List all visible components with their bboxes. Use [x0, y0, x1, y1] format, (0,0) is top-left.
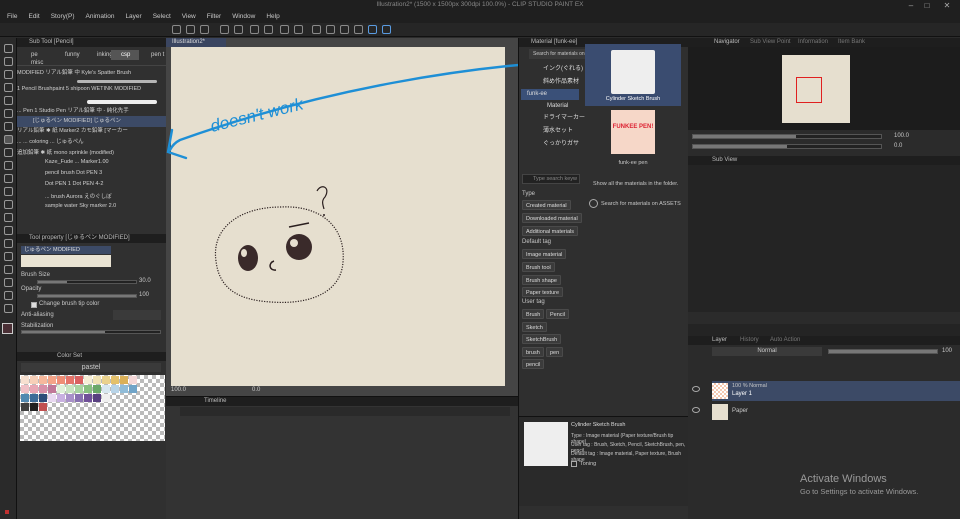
- windows-activation: Activate Windows Go to Settings to activ…: [800, 473, 918, 496]
- tag-paper-texture[interactable]: Paper texture: [522, 287, 564, 297]
- tag-brush-shape[interactable]: Brush shape: [522, 275, 561, 285]
- tab-history[interactable]: History: [740, 336, 759, 345]
- detail-name: Cylinder Sketch Brush: [571, 422, 626, 428]
- detail-thumbnail: [524, 422, 568, 466]
- tree-item-selected[interactable]: funk-ee: [521, 89, 579, 100]
- tab-navigator[interactable]: Navigator: [714, 38, 740, 47]
- cylinder-sketch-thumbnail: [611, 50, 655, 94]
- tag-created-material[interactable]: Created material: [522, 200, 571, 210]
- navigator-rotate-slider[interactable]: [692, 144, 882, 149]
- sub-view-panel: Sub View: [688, 156, 960, 336]
- layer1-eye-icon[interactable]: [692, 386, 700, 392]
- sub-view-toolbar: [688, 312, 960, 324]
- tag-brush[interactable]: Brush: [522, 309, 545, 319]
- app-window: Illustration2* (1500 x 1500px 300dpi 100…: [0, 0, 960, 519]
- navigator-zoom-slider[interactable]: [692, 134, 882, 139]
- tab-sub-view-point[interactable]: Sub View Point: [750, 38, 791, 47]
- navigator-zoom-fill: [693, 135, 797, 138]
- navigator-zoom: 100.0: [894, 133, 910, 139]
- search-assets-link[interactable]: Search for materials on ASSETS: [601, 201, 681, 207]
- tree-item[interactable]: ドライマーカー: [537, 113, 597, 124]
- tag-brush-lower[interactable]: brush: [522, 347, 544, 357]
- toning-label: Toning: [580, 461, 597, 467]
- navigator-rotate-fill: [693, 145, 787, 148]
- tree-item[interactable]: ぐっかりガサ: [537, 139, 597, 150]
- tab-information[interactable]: Information: [798, 38, 828, 47]
- layer-row-selected[interactable]: 100 % Normal Layer 1: [712, 381, 960, 401]
- paper-eye-icon[interactable]: [692, 407, 700, 413]
- thumb2-art-text: FUNKEE PEN!: [612, 124, 654, 130]
- tab-item-bank[interactable]: Item Bank: [838, 38, 865, 47]
- toning-checkbox[interactable]: [571, 461, 577, 467]
- layer-opacity-value: 100: [942, 348, 953, 354]
- tag-pencil-lower[interactable]: pencil: [522, 359, 545, 369]
- navigator-tabs: Navigator Sub View Point Information Ite…: [688, 38, 960, 47]
- layer-tabs: Layer History Auto Action: [688, 336, 960, 345]
- user-tag-title: User tag: [522, 299, 545, 305]
- activation-title: Activate Windows: [800, 473, 887, 485]
- thumb1-label: Cylinder Sketch Brush: [605, 96, 661, 102]
- tab-layer[interactable]: Layer: [712, 336, 727, 345]
- tag-pencil[interactable]: Pencil: [546, 309, 569, 319]
- paper-thumbnail: [712, 404, 728, 420]
- tag-brush-tool[interactable]: Brush tool: [522, 262, 555, 272]
- navigator-view-rect[interactable]: [796, 77, 822, 103]
- annotation-arrow-head: [166, 128, 188, 160]
- search-materials-tab[interactable]: Search for materials on ...: [529, 49, 585, 59]
- layer-meta: 100 % Normal: [732, 383, 767, 389]
- tag-pen[interactable]: pen: [546, 347, 564, 357]
- show-all-text: Show all the materials in the folder.: [593, 181, 679, 187]
- activation-subtitle: Go to Settings to activate Windows.: [800, 487, 919, 496]
- tree-item[interactable]: 薄水セット: [537, 126, 597, 137]
- tab-auto-action[interactable]: Auto Action: [770, 336, 800, 345]
- navigator-preview[interactable]: [688, 47, 960, 130]
- layer-name: Paper: [732, 408, 749, 414]
- type-section-title: Type: [522, 191, 536, 197]
- default-tag-title: Default tag: [522, 239, 552, 245]
- layer-name: Layer 1: [732, 391, 753, 397]
- material-panel: Material [funk-ee] Search for materials …: [518, 38, 689, 519]
- tag-sketchbrush[interactable]: SketchBrush: [522, 334, 562, 344]
- material-thumb-selected[interactable]: Cylinder Sketch Brush: [585, 44, 681, 106]
- assets-icon: [589, 199, 598, 208]
- sub-view-title: Sub View: [688, 156, 960, 165]
- blend-mode-select[interactable]: Normal: [712, 347, 822, 356]
- thumb2-label: funk-ee pen: [618, 160, 648, 166]
- tag-additional-materials[interactable]: Additional materials: [522, 226, 578, 236]
- navigator-thumbnail: [782, 55, 850, 123]
- material-detail: Cylinder Sketch Brush Type : Image mater…: [519, 416, 689, 506]
- tag-sketch[interactable]: Sketch: [522, 322, 547, 332]
- navigator-rotation: 0.0: [894, 143, 903, 149]
- layer-toolbar: [688, 360, 960, 374]
- layer-thumbnail: [712, 383, 728, 399]
- layer-opacity-fill: [829, 350, 937, 353]
- tag-downloaded-material[interactable]: Downloaded material: [522, 213, 582, 223]
- material-search-input[interactable]: Type search keyw: [522, 174, 580, 184]
- layer-row[interactable]: Paper: [712, 402, 960, 422]
- navigator-panel: Navigator Sub View Point Information Ite…: [688, 38, 960, 156]
- annotation-text: doesn't work: [208, 94, 306, 136]
- tag-image-material[interactable]: Image material: [522, 249, 567, 259]
- layer-opacity-slider[interactable]: [828, 349, 938, 354]
- material-thumb-funk-ee[interactable]: FUNKEE PEN!: [611, 110, 655, 154]
